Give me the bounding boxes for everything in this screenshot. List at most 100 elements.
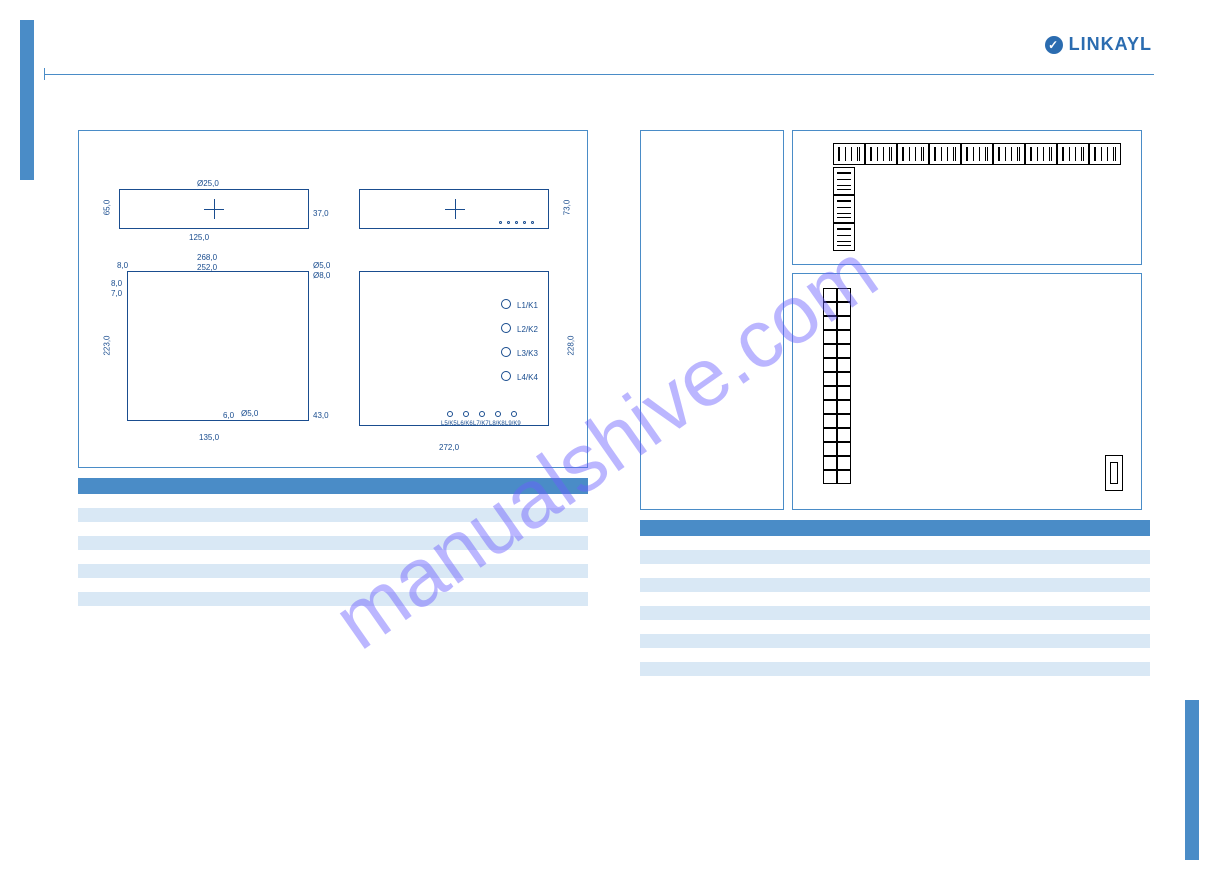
table-cell (333, 522, 461, 536)
table-cell (461, 536, 589, 550)
table-cell (742, 634, 844, 648)
table-cell (206, 592, 334, 606)
lt-h3 (461, 478, 589, 494)
terminal-col-left (833, 167, 855, 251)
table-row (78, 606, 588, 620)
right-diagram-top (792, 130, 1142, 265)
right-spec-table (640, 520, 1150, 690)
dim-phi5a: Ø5,0 (313, 261, 330, 270)
table-cell (206, 578, 334, 592)
terminal-t5 (511, 411, 517, 417)
terminal-grid-bottom (823, 288, 851, 484)
terminal-t3 (479, 411, 485, 417)
table-cell (640, 592, 742, 606)
dim-73: 73,0 (562, 200, 571, 216)
table-cell (946, 634, 1048, 648)
table-cell (461, 592, 589, 606)
table-row (640, 564, 1150, 578)
label-t1: L5/K5 (441, 421, 457, 427)
table-cell (461, 494, 589, 508)
table-cell (742, 578, 844, 592)
table-cell (206, 508, 334, 522)
table-row (78, 592, 588, 606)
table-cell (333, 550, 461, 564)
left-diagram: Ø25,0 65,0 37,0 125,0 73,0 268,0 8,0 252… (78, 130, 588, 468)
header-tick (44, 68, 45, 80)
table-cell (461, 522, 589, 536)
table-cell (206, 550, 334, 564)
table-cell (946, 536, 1048, 550)
dim-37: 37,0 (313, 209, 329, 218)
table-row (640, 578, 1150, 592)
table-cell (946, 578, 1048, 592)
table-cell (946, 606, 1048, 620)
table-cell (844, 676, 946, 690)
table-cell (640, 536, 742, 550)
table-cell (78, 522, 206, 536)
dim-8b: 8,0 (111, 279, 122, 288)
table-cell (640, 634, 742, 648)
header-rule (44, 74, 1154, 75)
dim-phi5b: Ø5,0 (241, 409, 258, 418)
table-row (640, 634, 1150, 648)
dim-43: 43,0 (313, 411, 329, 420)
dim-252: 252,0 (197, 263, 217, 272)
table-row (78, 522, 588, 536)
label-l1: L1/K1 (517, 301, 538, 310)
table-row (78, 494, 588, 508)
lt-h1 (206, 478, 334, 494)
table-row (640, 606, 1150, 620)
dim-125: 125,0 (189, 233, 209, 242)
table-cell (844, 606, 946, 620)
dim-6: 6,0 (223, 411, 234, 420)
dim-268: 268,0 (197, 253, 217, 262)
table-cell (640, 648, 742, 662)
table-cell (333, 592, 461, 606)
table-cell (640, 606, 742, 620)
table-row (640, 536, 1150, 550)
label-t5: L9/K9 (505, 421, 521, 427)
table-cell (1048, 550, 1150, 564)
table-cell (461, 564, 589, 578)
table-cell (1048, 564, 1150, 578)
table-cell (1048, 592, 1150, 606)
label-t3: L7/K7 (473, 421, 489, 427)
table-row (640, 550, 1150, 564)
rt-h4 (1048, 520, 1150, 536)
brand-name: LINKAYL (1069, 34, 1152, 55)
table-cell (742, 648, 844, 662)
table-cell (461, 606, 589, 620)
table-row (78, 578, 588, 592)
table-cell (1048, 634, 1150, 648)
box-bottom-left (127, 271, 309, 421)
brand-logo: ✓ LINKAYL (1045, 34, 1152, 55)
table-cell (742, 620, 844, 634)
table-cell (206, 536, 334, 550)
terminal-strip (499, 223, 543, 226)
dim-135: 135,0 (199, 433, 219, 442)
table-cell (78, 536, 206, 550)
table-row (78, 508, 588, 522)
table-row (78, 550, 588, 564)
table-cell (742, 606, 844, 620)
right-diagram-bottom (792, 273, 1142, 510)
table-cell (640, 676, 742, 690)
table-cell (640, 620, 742, 634)
table-cell (206, 606, 334, 620)
terminal-t2 (463, 411, 469, 417)
dim-228: 228,0 (567, 335, 576, 355)
check-icon: ✓ (1045, 36, 1063, 54)
table-cell (844, 620, 946, 634)
table-cell (78, 606, 206, 620)
dim-8a: 8,0 (117, 261, 128, 270)
dim-7: 7,0 (111, 289, 122, 298)
table-row (640, 592, 1150, 606)
left-page: Ø25,0 65,0 37,0 125,0 73,0 268,0 8,0 252… (78, 130, 588, 620)
label-l2: L2/K2 (517, 325, 538, 334)
table-cell (78, 564, 206, 578)
table-cell (946, 564, 1048, 578)
table-cell (844, 662, 946, 676)
table-cell (844, 564, 946, 578)
lt-h0 (78, 478, 206, 494)
dim-65: 65,0 (102, 200, 111, 216)
